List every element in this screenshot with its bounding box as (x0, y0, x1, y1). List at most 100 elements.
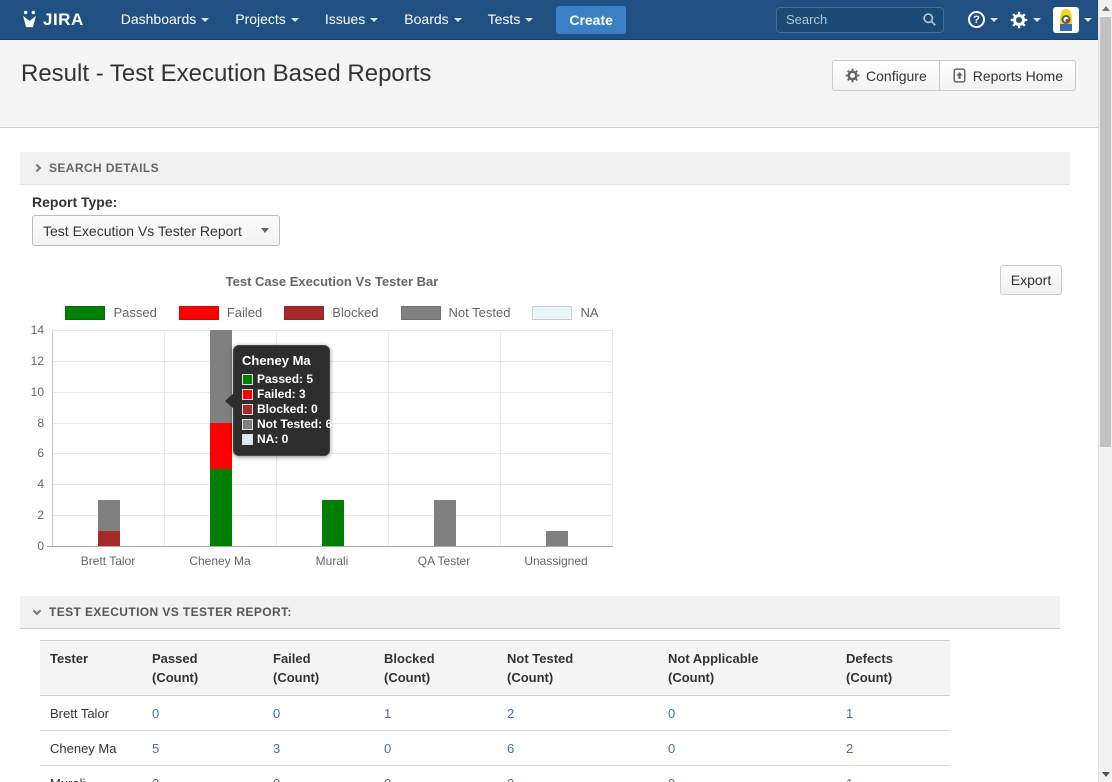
gridline-vertical (500, 330, 501, 546)
chevron-down-icon (201, 18, 209, 22)
search-input[interactable] (776, 7, 944, 33)
tooltip-swatch (242, 419, 253, 430)
chart-plot-area (52, 330, 612, 546)
jira-logo-icon (20, 10, 39, 29)
main-content: SEARCH DETAILS Report Type: Test Executi… (0, 128, 1112, 782)
nav-item-dashboards[interactable]: Dashboards (121, 11, 210, 27)
jira-logo[interactable]: JIRA (20, 10, 84, 30)
count-link-defects[interactable]: 1 (846, 706, 853, 721)
gridline-horizontal (53, 484, 613, 485)
search-icon[interactable] (922, 12, 937, 27)
count-link-blocked[interactable]: 0 (384, 776, 391, 782)
value-cell: 3 (142, 766, 263, 782)
value-cell: 1 (836, 696, 950, 731)
chevron-down-icon (990, 18, 998, 22)
main-menu: Dashboards Projects Issues Boards Tests (108, 11, 547, 29)
column-subtitle: (Count) (152, 668, 253, 687)
legend-label: Not Tested (449, 305, 511, 320)
report-section-toggle[interactable]: TEST EXECUTION VS TESTER REPORT: (20, 596, 1060, 629)
reports-home-button[interactable]: Reports Home (940, 60, 1076, 91)
user-menu[interactable] (1053, 7, 1092, 33)
search-details-toggle[interactable]: SEARCH DETAILS (20, 152, 1070, 185)
count-link-passed[interactable]: 5 (152, 741, 159, 756)
nav-item-issues[interactable]: Issues (325, 11, 378, 27)
report-section-label: TEST EXECUTION VS TESTER REPORT: (49, 605, 292, 619)
tooltip-row-label: Failed: 3 (257, 387, 306, 402)
column-header-defects: Defects(Count) (836, 641, 950, 696)
count-link-failed[interactable]: 3 (273, 741, 280, 756)
admin-menu[interactable] (1010, 11, 1041, 29)
tooltip-row: Not Tested: 6 (242, 417, 321, 432)
tooltip-row-label: Not Tested: 6 (257, 417, 332, 432)
count-link-not-tested[interactable]: 2 (507, 706, 514, 721)
count-link-not-applicable[interactable]: 0 (668, 776, 675, 782)
bar-segment-passed-cheney-ma[interactable] (210, 469, 232, 546)
nav-item-boards[interactable]: Boards (404, 11, 461, 27)
triangle-up-icon (1102, 6, 1110, 11)
column-title: Blocked (384, 649, 487, 668)
value-cell: 6 (497, 731, 658, 766)
report-type-label: Report Type: (32, 194, 117, 210)
value-cell: 5 (142, 731, 263, 766)
x-axis-label-murali: Murali (276, 554, 388, 568)
gridline-horizontal (53, 361, 613, 362)
x-axis-label-unassigned: Unassigned (500, 554, 612, 568)
column-title: Not Applicable (668, 649, 826, 668)
count-link-failed[interactable]: 0 (273, 776, 280, 782)
scroll-down-button[interactable] (1099, 766, 1112, 782)
configure-button[interactable]: Configure (832, 60, 940, 91)
value-cell: 1 (374, 696, 497, 731)
count-link-not-applicable[interactable]: 0 (668, 741, 675, 756)
bar-segment-failed-cheney-ma[interactable] (210, 423, 232, 469)
chart-title: Test Case Execution Vs Tester Bar (52, 274, 612, 289)
gridline-vertical (388, 330, 389, 546)
chevron-down-icon (525, 18, 533, 22)
export-button[interactable]: Export (1000, 265, 1062, 295)
count-link-blocked[interactable]: 0 (384, 741, 391, 756)
table-row-cheney-ma: Cheney Ma530602 (40, 731, 950, 766)
report-type-select[interactable]: Test Execution Vs Tester Report (32, 215, 280, 246)
count-link-passed[interactable]: 0 (152, 706, 159, 721)
legend-label: Passed (113, 305, 156, 320)
count-link-defects[interactable]: 2 (846, 741, 853, 756)
value-cell: 0 (263, 766, 374, 782)
search-details-label: SEARCH DETAILS (49, 161, 159, 175)
nav-item-projects[interactable]: Projects (235, 11, 299, 27)
column-header-passed: Passed(Count) (142, 641, 263, 696)
vertical-scrollbar[interactable] (1098, 0, 1112, 782)
count-link-not-applicable[interactable]: 0 (668, 706, 675, 721)
column-title: Tester (50, 649, 132, 668)
bar-segment-not-tested-brett-talor[interactable] (98, 500, 120, 531)
value-cell: 2 (497, 696, 658, 731)
count-link-not-tested[interactable]: 6 (507, 741, 514, 756)
legend-swatch-na (532, 306, 572, 320)
tooltip-swatch (242, 389, 253, 400)
top-navbar: JIRA Dashboards Projects Issues Boards Tests… (0, 0, 1112, 40)
value-cell: 3 (263, 731, 374, 766)
count-link-passed[interactable]: 3 (152, 776, 159, 782)
value-cell: 1 (836, 766, 950, 782)
help-menu[interactable]: ? (968, 11, 998, 28)
create-button[interactable]: Create (556, 6, 626, 34)
tester-name-cell: Brett Talor (40, 696, 142, 731)
nav-item-tests[interactable]: Tests (488, 11, 534, 27)
gridline-horizontal (53, 392, 613, 393)
chevron-down-icon (33, 606, 41, 614)
count-link-failed[interactable]: 0 (273, 706, 280, 721)
legend-swatch-blocked (284, 306, 324, 320)
y-tick-label: 2 (4, 508, 44, 522)
chevron-down-icon (370, 18, 378, 22)
value-cell: 2 (836, 731, 950, 766)
count-link-defects[interactable]: 1 (846, 776, 853, 782)
legend-label: Failed (227, 305, 262, 320)
bar-segment-not-tested-unassigned[interactable] (546, 531, 568, 546)
bar-segment-passed-murali[interactable] (322, 500, 344, 546)
count-link-not-tested[interactable]: 0 (507, 776, 514, 782)
legend-item-blocked: Blocked (284, 305, 378, 320)
scrollbar-thumb[interactable] (1100, 17, 1111, 447)
count-link-blocked[interactable]: 1 (384, 706, 391, 721)
bar-segment-not-tested-qa-tester[interactable] (434, 500, 456, 546)
scroll-up-button[interactable] (1099, 0, 1112, 16)
gear-icon (1010, 11, 1028, 29)
bar-segment-blocked-brett-talor[interactable] (98, 531, 120, 546)
